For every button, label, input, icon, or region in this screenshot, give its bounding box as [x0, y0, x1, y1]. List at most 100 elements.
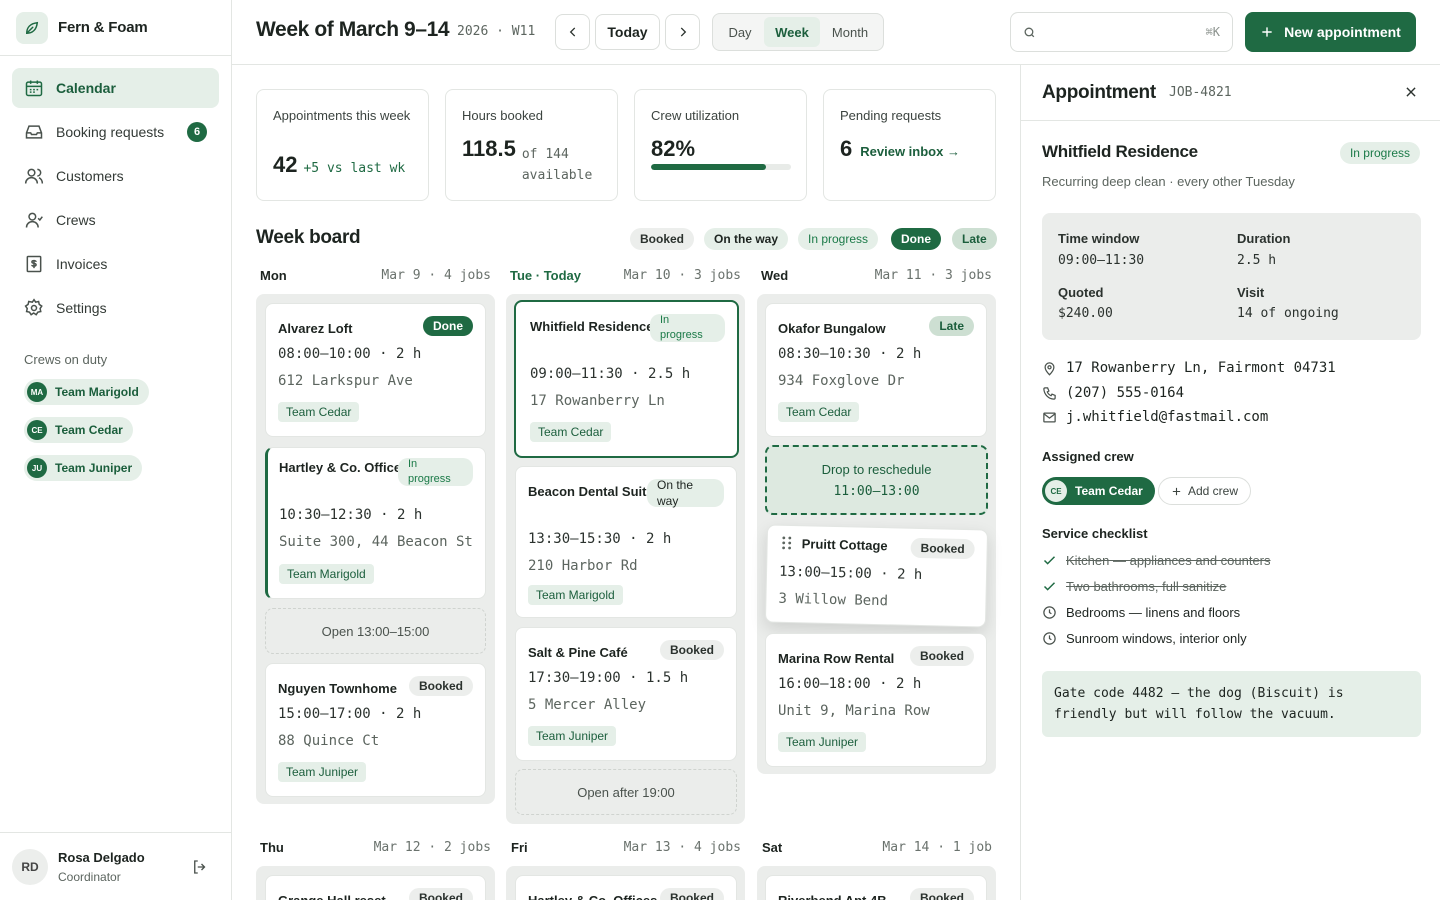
status-badge: Booked	[659, 640, 724, 660]
crew-icon	[25, 212, 43, 228]
appointment-card[interactable]: Hartley & Co. Offices Booked	[515, 875, 737, 900]
checklist-item[interactable]: Kitchen — appliances and counters	[1042, 553, 1271, 568]
stat-appointments: Appointments this week 42 +5 vs last wk	[256, 89, 429, 201]
status-badge: Booked	[659, 888, 724, 900]
legend-done: Done	[891, 228, 941, 250]
appointment-card[interactable]: Beacon Dental Suite On the way 13:30–15:…	[515, 466, 737, 618]
card-time: 09:00–11:30 · 2.5 h	[530, 366, 691, 382]
phone-value: (207) 555-0164	[1066, 385, 1185, 401]
status-badge: In progress	[398, 458, 473, 486]
review-inbox-link[interactable]: Review inbox →	[860, 144, 960, 159]
status-badge: In progress	[1339, 142, 1420, 164]
nav-calendar[interactable]: Calendar	[12, 68, 219, 108]
appointment-card[interactable]: Alvarez Loft Done 08:00–10:00 · 2 h 612 …	[265, 303, 486, 437]
appointment-card[interactable]: Nguyen Townhome Booked 15:00–17:00 · 2 h…	[265, 663, 486, 797]
progress-fill	[651, 164, 766, 170]
new-appointment-button[interactable]: New appointment	[1245, 12, 1416, 52]
crew-name: Team Juniper	[55, 461, 133, 475]
brand[interactable]: Fern & Foam	[0, 0, 231, 56]
add-crew-button[interactable]: Add crew	[1158, 477, 1252, 505]
appointment-card[interactable]: Hartley & Co. Offices In progress 10:30–…	[265, 447, 486, 599]
crew-name: Team Cedar	[1075, 484, 1143, 498]
appointment-card[interactable]: Grange Hall reset Booked	[265, 875, 486, 900]
assigned-crew-heading: Assigned crew	[1042, 449, 1134, 464]
nav-label: Booking requests	[56, 124, 165, 140]
nav-customers[interactable]: Customers	[12, 156, 219, 196]
users-icon	[24, 168, 44, 184]
crew-pill-marigold[interactable]: MA Team Marigold	[24, 379, 149, 405]
sidebar: Fern & Foam Calendar Booking requests 6 …	[0, 0, 232, 900]
dragging-appointment-card[interactable]: Pruitt Cottage Booked 13:00–15:00 · 2 h …	[764, 524, 989, 628]
nav-count-badge: 6	[187, 122, 207, 142]
quoted-label: Quoted	[1058, 285, 1104, 300]
card-time: 08:30–10:30 · 2 h	[778, 346, 922, 362]
appointment-card-selected[interactable]: Whitfield Residence In progress 09:00–11…	[514, 300, 739, 458]
user-profile[interactable]: RD Rosa Delgado Coordinator	[0, 832, 231, 900]
crew-name: Team Marigold	[55, 385, 139, 399]
duration-value: 2.5 h	[1237, 253, 1277, 268]
checklist-item[interactable]: Bedrooms — linens and floors	[1042, 605, 1240, 620]
day-date-tue: Mar 10 · 3 jobs	[623, 268, 741, 283]
search-input[interactable]	[1041, 21, 1191, 43]
card-name: Nguyen Townhome	[278, 681, 397, 696]
stat-label: Hours booked	[462, 108, 543, 123]
leaf-logo-icon	[16, 11, 48, 44]
appointment-card[interactable]: Okafor Bungalow Late 08:30–10:30 · 2 h 9…	[765, 303, 987, 437]
nav-settings[interactable]: Settings	[12, 288, 219, 328]
stat-value: 42	[273, 152, 298, 177]
address-row[interactable]: 17 Rowanberry Ln, Fairmont 04731	[1042, 360, 1336, 376]
day-date-thu: Mar 12 · 2 jobs	[373, 840, 491, 855]
card-address: 5 Mercer Alley	[528, 697, 647, 713]
visit-label: Visit	[1237, 285, 1265, 300]
drop-zone-time: 11:00–13:00	[833, 484, 920, 499]
view-week-button[interactable]: Week	[764, 17, 820, 47]
day-label-fri: Fri	[511, 840, 528, 855]
customer-name: Whitfield Residence	[1042, 142, 1198, 161]
drop-zone[interactable]: Drop to reschedule 11:00–13:00	[765, 445, 988, 515]
legend-late: Late	[952, 228, 997, 250]
nav-booking-requests[interactable]: Booking requests 6	[12, 112, 219, 152]
appointment-card[interactable]: Riverbend Apt 4B Booked	[765, 875, 987, 900]
email-row[interactable]: j.whitfield@fastmail.com	[1042, 409, 1268, 425]
card-team: Team Cedar	[778, 402, 860, 422]
view-day-button[interactable]: Day	[716, 17, 764, 47]
check-icon	[1043, 556, 1056, 565]
appointment-card[interactable]: Marina Row Rental Booked 16:00–18:00 · 2…	[765, 633, 987, 767]
stat-label: Appointments this week	[273, 108, 411, 123]
time-window-label: Time window	[1058, 231, 1140, 246]
legend-on-the-way: On the way	[704, 228, 789, 250]
card-team: Team Marigold	[279, 564, 374, 584]
page-title: Week of March 9–14	[256, 18, 450, 41]
today-button[interactable]: Today	[595, 14, 660, 50]
clock-icon	[1043, 606, 1056, 619]
phone-row[interactable]: (207) 555-0164	[1042, 385, 1184, 401]
appointment-card[interactable]: Salt & Pine Café Booked 17:30–19:00 · 1.…	[515, 627, 737, 761]
nav-crews[interactable]: Crews	[12, 200, 219, 240]
checklist-text: Sunroom windows, interior only	[1066, 631, 1247, 646]
open-slot[interactable]: Open after 19:00	[515, 769, 737, 815]
assigned-crew-chip[interactable]: CE Team Cedar	[1042, 477, 1155, 505]
mail-icon	[1043, 412, 1056, 422]
card-name: Riverbend Apt 4B	[778, 890, 908, 900]
view-month-button[interactable]: Month	[820, 17, 880, 47]
drag-handle-icon[interactable]	[782, 536, 792, 550]
prev-week-button[interactable]	[555, 14, 590, 50]
status-badge: Booked	[909, 646, 974, 666]
calendar-icon	[25, 80, 43, 97]
stat-utilization: Crew utilization 82%	[634, 89, 807, 201]
service-description: Recurring deep clean · every other Tuesd…	[1042, 174, 1295, 189]
crew-pill-cedar[interactable]: CE Team Cedar	[24, 417, 133, 443]
close-icon[interactable]	[1404, 85, 1418, 99]
crew-pill-juniper[interactable]: JU Team Juniper	[24, 455, 143, 481]
next-week-button[interactable]	[665, 14, 700, 50]
checklist-item[interactable]: Two bathrooms, full sanitize	[1042, 579, 1226, 594]
open-slot[interactable]: Open 13:00–15:00	[265, 608, 486, 654]
schedule-summary: Time window 09:00–11:30 Duration 2.5 h Q…	[1042, 213, 1421, 340]
nav-invoices[interactable]: Invoices	[12, 244, 219, 284]
utilization-progress-bar	[651, 164, 791, 170]
clock-icon	[1043, 632, 1056, 645]
checklist-item[interactable]: Sunroom windows, interior only	[1042, 631, 1247, 646]
status-badge: Booked	[910, 537, 975, 560]
logout-icon[interactable]	[191, 858, 209, 876]
crew-avatar: MA	[27, 382, 47, 402]
